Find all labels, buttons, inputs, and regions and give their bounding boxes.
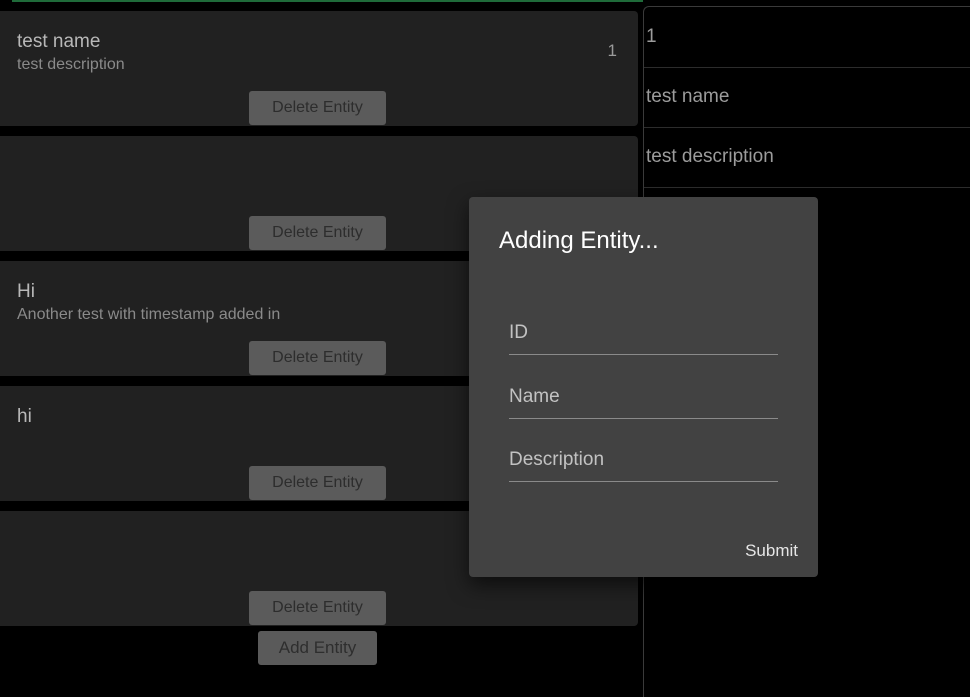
submit-button[interactable]: Submit — [745, 541, 798, 561]
name-input[interactable] — [509, 378, 778, 416]
entity-id: 1 — [607, 41, 617, 60]
detail-name: test name — [644, 67, 970, 128]
delete-entity-button[interactable]: Delete Entity — [249, 341, 386, 375]
id-field[interactable] — [509, 314, 778, 355]
delete-entity-button[interactable]: Delete Entity — [249, 91, 386, 125]
description-input[interactable] — [509, 441, 778, 479]
app-screen: test name test description 1 Delete Enti… — [0, 0, 970, 697]
description-field[interactable] — [509, 441, 778, 482]
delete-entity-button[interactable]: Delete Entity — [249, 216, 386, 250]
add-entity-dialog: Adding Entity... Submit — [469, 197, 818, 577]
entity-name: Hi — [17, 281, 35, 302]
entity-card[interactable]: test name test description 1 Delete Enti… — [0, 11, 638, 126]
delete-entity-button[interactable]: Delete Entity — [249, 466, 386, 500]
name-field[interactable] — [509, 378, 778, 419]
entity-description: Another test with timestamp added in — [17, 306, 281, 323]
entity-name: test name — [17, 31, 101, 52]
dialog-title: Adding Entity... — [499, 227, 659, 254]
top-accent-line — [12, 0, 643, 2]
id-input[interactable] — [509, 314, 778, 352]
delete-entity-button[interactable]: Delete Entity — [249, 591, 386, 625]
add-entity-button[interactable]: Add Entity — [258, 631, 377, 665]
detail-description: test description — [644, 127, 970, 188]
detail-id: 1 — [644, 7, 970, 68]
entity-description: test description — [17, 56, 125, 73]
entity-name: hi — [17, 406, 32, 427]
